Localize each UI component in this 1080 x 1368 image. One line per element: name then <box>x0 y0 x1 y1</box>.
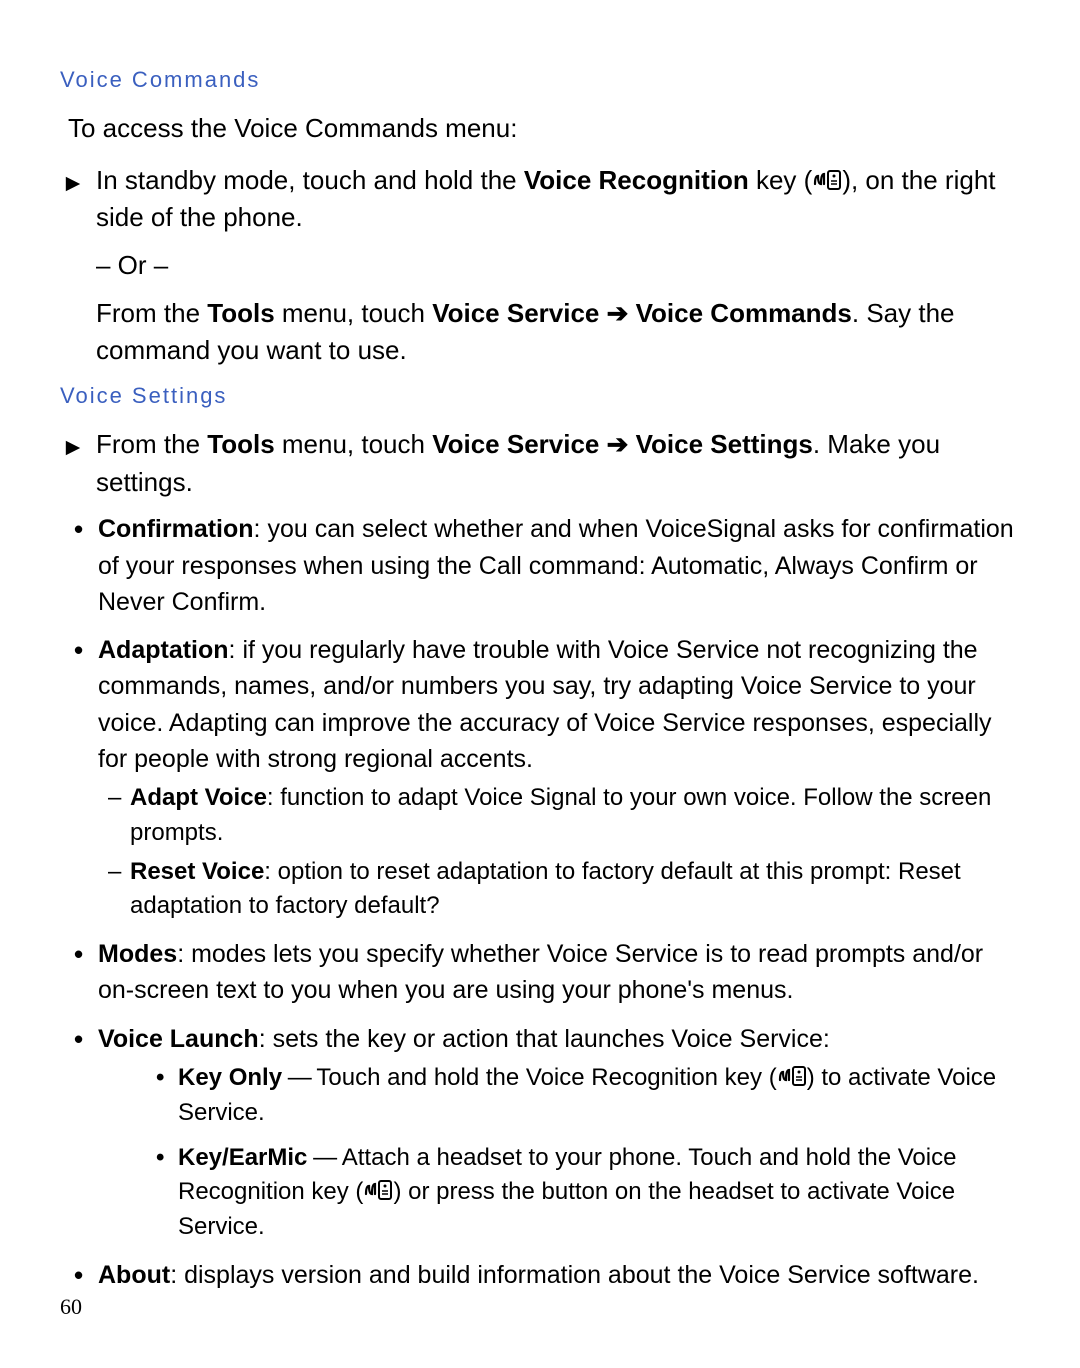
heading-voice-commands: Voice Commands <box>60 64 1020 96</box>
bold-label: Reset Voice <box>130 858 264 885</box>
list-item-voice-launch: Voice Launch: sets the key or action tha… <box>74 1021 1020 1245</box>
text-fragment: : modes lets you specify whether Voice S… <box>98 940 983 1004</box>
sub-item-reset-voice: Reset Voice: option to reset adaptation … <box>108 855 1020 925</box>
bold-label: Voice Recognition <box>524 165 749 195</box>
bold-label: Tools <box>207 429 274 459</box>
sub-item-adapt-voice: Adapt Voice: function to adapt Voice Sig… <box>108 781 1020 851</box>
page-number: 60 <box>60 1294 82 1320</box>
bold-label: Modes <box>98 940 177 968</box>
text-fragment: : sets the key or action that launches V… <box>259 1025 830 1053</box>
step-voice-commands-1: In standby mode, touch and hold the Voic… <box>60 162 1020 237</box>
step-text: From the Tools menu, touch Voice Service… <box>96 429 940 497</box>
right-arrow-icon: ➔ <box>599 429 635 459</box>
intro-text: To access the Voice Commands menu: <box>68 110 1020 148</box>
sub-item-key-earmic: Key/EarMic — Attach a headset to your ph… <box>156 1141 1020 1245</box>
text-fragment: menu, touch <box>275 298 433 328</box>
text-fragment: From the <box>96 298 207 328</box>
bold-label: Key Only <box>178 1064 282 1091</box>
bold-label: Voice Settings <box>636 429 813 459</box>
bold-label: Confirmation <box>98 515 254 543</box>
list-item-adaptation: Adaptation: if you regularly have troubl… <box>74 632 1020 924</box>
text-fragment: : if you regularly have trouble with Voi… <box>98 636 992 773</box>
bold-label: Adaptation <box>98 636 229 664</box>
or-divider: – Or – <box>60 247 1020 285</box>
step-voice-commands-1b: From the Tools menu, touch Voice Service… <box>60 295 1020 370</box>
text-fragment: From the <box>96 429 207 459</box>
bold-label: Tools <box>207 298 274 328</box>
right-arrow-icon: ➔ <box>599 298 635 328</box>
bold-label: Key/EarMic <box>178 1144 307 1171</box>
voice-launch-sublist: Key Only — Touch and hold the Voice Reco… <box>98 1061 1020 1245</box>
step-voice-settings: From the Tools menu, touch Voice Service… <box>60 426 1020 501</box>
bold-label: Voice Commands <box>636 298 852 328</box>
voice-recognition-icon <box>363 1178 393 1204</box>
adaptation-sublist: Adapt Voice: function to adapt Voice Sig… <box>98 781 1020 924</box>
text-fragment: menu, touch <box>275 429 433 459</box>
play-arrow-icon <box>64 430 84 450</box>
bold-label: Voice Service <box>432 298 599 328</box>
em-dash: — <box>307 1144 341 1171</box>
heading-voice-settings: Voice Settings <box>60 380 1020 412</box>
sub-item-key-only: Key Only — Touch and hold the Voice Reco… <box>156 1061 1020 1131</box>
text-fragment: In standby mode, touch and hold the <box>96 165 524 195</box>
text-fragment: key ( <box>749 165 813 195</box>
bold-label: Adapt Voice <box>130 784 267 811</box>
voice-recognition-icon <box>812 167 842 193</box>
bold-label: Voice Service <box>432 429 599 459</box>
settings-list: Confirmation: you can select whether and… <box>60 511 1020 1293</box>
voice-recognition-icon <box>777 1064 807 1090</box>
bold-label: About <box>98 1261 170 1289</box>
list-item-confirmation: Confirmation: you can select whether and… <box>74 511 1020 620</box>
play-arrow-icon <box>64 166 84 186</box>
em-dash: — <box>282 1064 316 1091</box>
text-fragment: : displays version and build information… <box>170 1261 979 1289</box>
list-item-modes: Modes: modes lets you specify whether Vo… <box>74 936 1020 1009</box>
step-text: In standby mode, touch and hold the Voic… <box>96 165 996 233</box>
text-fragment: Touch and hold the Voice Recognition key… <box>316 1064 776 1091</box>
list-item-about: About: displays version and build inform… <box>74 1257 1020 1293</box>
bold-label: Voice Launch <box>98 1025 259 1053</box>
